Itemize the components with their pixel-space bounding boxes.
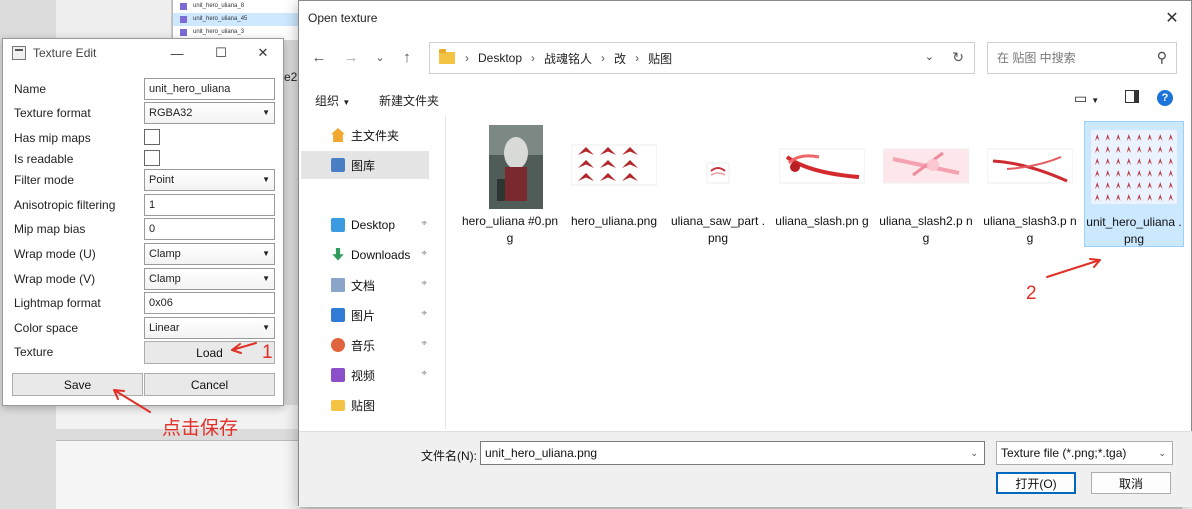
annotation-arrows bbox=[113, 258, 1101, 413]
arrow-to-load-button bbox=[231, 342, 257, 354]
arrow-to-selected-file bbox=[1046, 258, 1101, 278]
arrow-to-save-button bbox=[113, 389, 151, 413]
